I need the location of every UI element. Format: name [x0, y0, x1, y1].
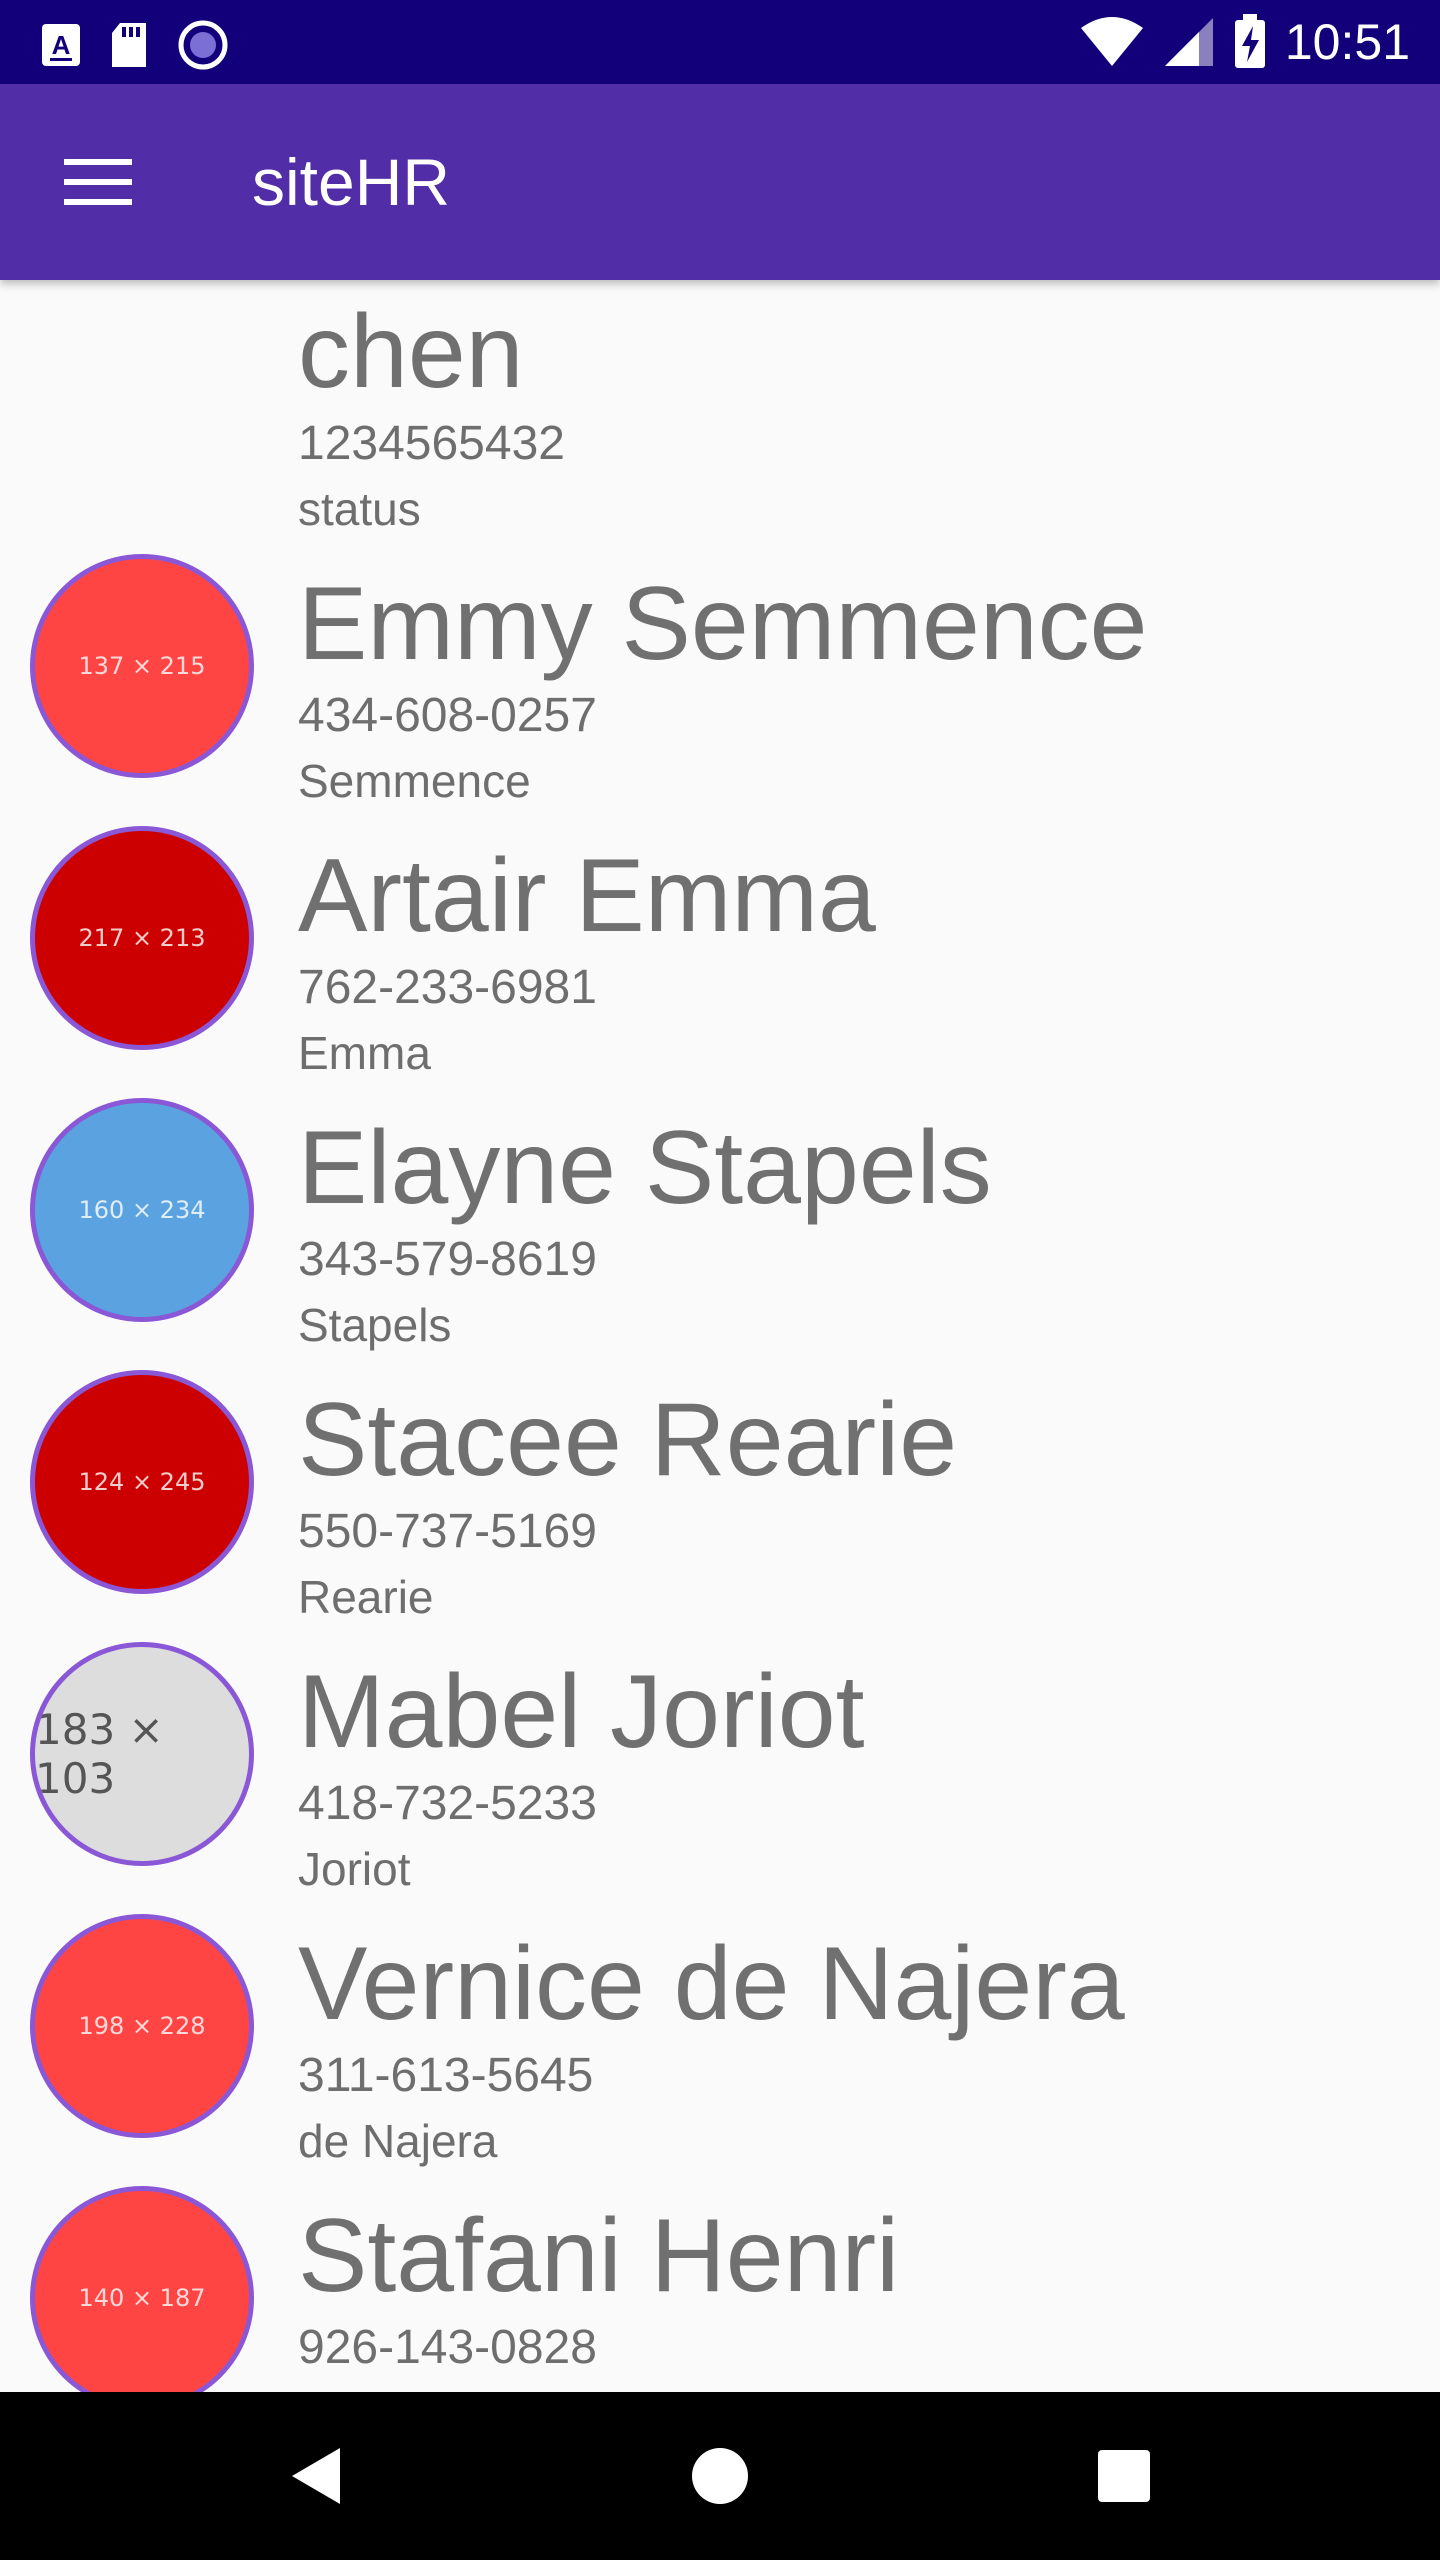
- back-button[interactable]: [276, 2436, 356, 2516]
- contact-phone: 434-608-0257: [298, 689, 597, 742]
- record-circle-icon: [178, 20, 228, 70]
- contact-subtitle: Emma: [298, 1027, 431, 1079]
- contact-phone: 550-737-5169: [298, 1505, 597, 1558]
- menu-button[interactable]: [56, 146, 140, 218]
- recents-button[interactable]: [1084, 2436, 1164, 2516]
- status-time: 10:51: [1284, 14, 1410, 70]
- contact-subtitle: Rearie: [298, 1571, 434, 1623]
- avatar-placeholder-label: 198 × 228: [78, 2012, 206, 2040]
- avatar: 183 × 103: [30, 1642, 254, 1866]
- sd-card-icon: [112, 23, 146, 67]
- contact-row[interactable]: 124 × 245 Stacee Rearie 550-737-5169 Rea…: [0, 1368, 1440, 1640]
- contact-name: chen: [298, 294, 524, 410]
- recents-icon: [1098, 2450, 1150, 2502]
- hamburger-menu-icon: [64, 159, 132, 205]
- home-icon: [692, 2448, 748, 2504]
- app-title: siteHR: [252, 145, 451, 219]
- avatar-placeholder-label: 137 × 215: [78, 652, 206, 680]
- contact-phone: 762-233-6981: [298, 961, 597, 1014]
- avatar-placeholder-label: 160 × 234: [78, 1196, 206, 1224]
- contact-subtitle: Joriot: [298, 1843, 411, 1895]
- back-icon: [292, 2448, 340, 2504]
- contact-subtitle: Stapels: [298, 1299, 452, 1351]
- contact-row[interactable]: 140 × 187 Stafani Henri 926-143-0828: [0, 2184, 1440, 2392]
- status-bar: A 10:51: [0, 0, 1440, 84]
- keyboard-a-icon: A: [42, 24, 80, 66]
- avatar-placeholder-label: 140 × 187: [78, 2284, 206, 2312]
- avatar: 140 × 187: [30, 2186, 254, 2392]
- app-bar: siteHR: [0, 84, 1440, 280]
- avatar: 124 × 245: [30, 1370, 254, 1594]
- contact-name: Elayne Stapels: [298, 1110, 992, 1226]
- contact-row[interactable]: 160 × 234 Elayne Stapels 343-579-8619 St…: [0, 1096, 1440, 1368]
- contact-row[interactable]: 217 × 213 Artair Emma 762-233-6981 Emma: [0, 824, 1440, 1096]
- contact-subtitle: de Najera: [298, 2115, 498, 2167]
- avatar: 160 × 234: [30, 1098, 254, 1322]
- contact-name: Emmy Semmence: [298, 566, 1148, 682]
- battery-charging-icon: [1234, 14, 1265, 68]
- contact-subtitle: Semmence: [298, 755, 531, 807]
- navigation-bar: [0, 2392, 1440, 2560]
- contact-subtitle: status: [298, 483, 421, 535]
- contact-row[interactable]: 198 × 228 Vernice de Najera 311-613-5645…: [0, 1912, 1440, 2184]
- avatar-placeholder-label: 217 × 213: [78, 924, 206, 952]
- wifi-icon: [1080, 17, 1143, 66]
- contact-row[interactable]: chen 1234565432 status: [0, 280, 1440, 552]
- contact-name: Stacee Rearie: [298, 1382, 958, 1498]
- avatar-placeholder-label: 183 × 103: [35, 1705, 164, 1803]
- contact-name: Stafani Henri: [298, 2198, 900, 2314]
- contact-name: Mabel Joriot: [298, 1654, 865, 1770]
- home-button[interactable]: [680, 2436, 760, 2516]
- contact-phone: 1234565432: [298, 417, 565, 470]
- avatar: 137 × 215: [30, 554, 254, 778]
- cell-signal-icon: [1164, 18, 1213, 66]
- contact-name: Vernice de Najera: [298, 1926, 1125, 2042]
- avatar: 198 × 228: [30, 1914, 254, 2138]
- contact-phone: 418-732-5233: [298, 1777, 597, 1830]
- contact-phone: 343-579-8619: [298, 1233, 597, 1286]
- avatar-placeholder-label: 124 × 245: [78, 1468, 206, 1496]
- contact-phone: 311-613-5645: [298, 2049, 594, 2102]
- svg-text:A: A: [52, 30, 71, 60]
- avatar: 217 × 213: [30, 826, 254, 1050]
- contact-row[interactable]: 183 × 103 Mabel Joriot 418-732-5233 Jori…: [0, 1640, 1440, 1912]
- contact-name: Artair Emma: [298, 838, 876, 954]
- status-left-icons: A: [40, 18, 230, 72]
- contact-phone: 926-143-0828: [298, 2321, 597, 2374]
- contact-list[interactable]: chen 1234565432 status 137 × 215 Emmy Se…: [0, 280, 1440, 2392]
- contact-row[interactable]: 137 × 215 Emmy Semmence 434-608-0257 Sem…: [0, 552, 1440, 824]
- status-right-icons: 10:51: [1079, 10, 1410, 74]
